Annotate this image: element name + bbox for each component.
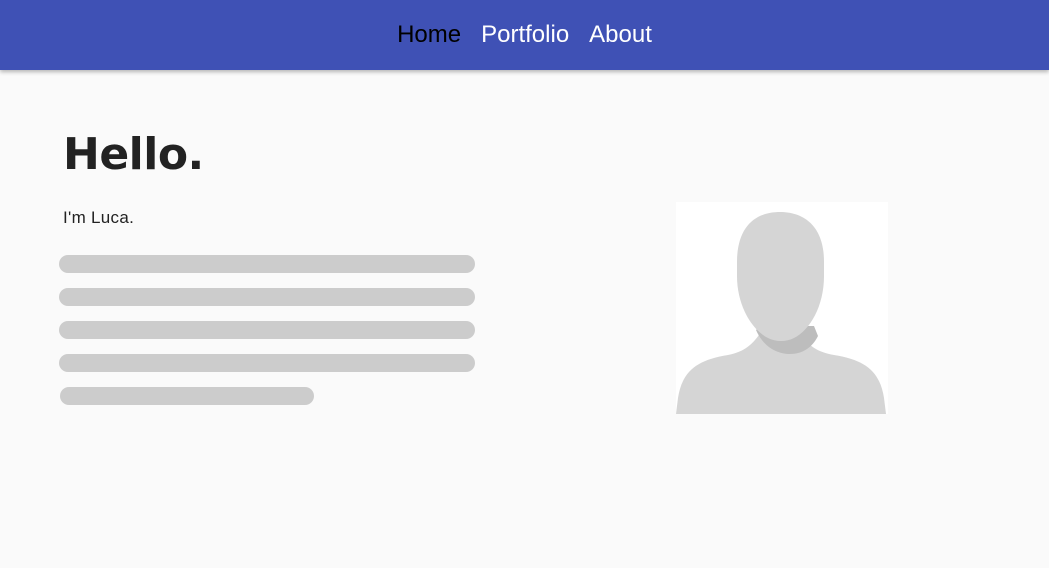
page-heading: Hello. bbox=[63, 129, 204, 180]
nav-portfolio-link[interactable]: Portfolio bbox=[481, 21, 569, 49]
nav-about-link[interactable]: About bbox=[589, 21, 652, 49]
user-silhouette-icon bbox=[676, 212, 886, 414]
placeholder-text-line bbox=[59, 354, 475, 372]
top-navbar: Home Portfolio About bbox=[0, 0, 1049, 70]
intro-text: I'm Luca. bbox=[63, 208, 135, 227]
placeholder-text-line bbox=[59, 321, 475, 339]
placeholder-text-line bbox=[60, 387, 314, 405]
nav-home-link[interactable]: Home bbox=[397, 21, 461, 49]
avatar bbox=[676, 202, 888, 414]
placeholder-text-line bbox=[59, 288, 475, 306]
placeholder-text-line bbox=[59, 255, 475, 273]
